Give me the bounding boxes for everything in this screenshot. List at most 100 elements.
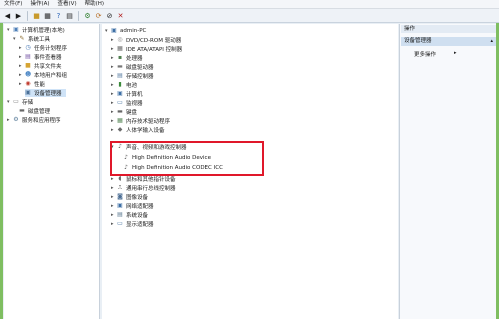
dvd-icon: ◎ (117, 36, 123, 43)
expand-arrow-icon[interactable]: ▸ (19, 72, 24, 78)
tree-item-local-users[interactable]: ▸ ☻ 本地用户和组 (19, 71, 67, 80)
device-category[interactable]: ▸ ▭ 显示适配器 (111, 220, 154, 229)
red-highlight-box (110, 141, 264, 176)
tree-item-system-tools[interactable]: ▾ ✎ 系统工具 (13, 35, 50, 44)
hid-icon: ◆ (117, 126, 123, 133)
network-icon: ▣ (117, 202, 123, 209)
expand-arrow-icon[interactable]: ▸ (111, 127, 116, 133)
update-driver-icon[interactable]: ⟳ (94, 11, 103, 20)
expand-arrow-icon[interactable]: ▸ (111, 194, 116, 200)
folder-up-icon[interactable]: ■ (32, 11, 41, 20)
expand-arrow-icon[interactable]: ▸ (7, 117, 12, 123)
disable-icon[interactable]: ⊘ (105, 11, 114, 20)
menu-help[interactable]: 帮助(H) (81, 0, 108, 8)
scan-hardware-icon[interactable]: ⚙ (83, 11, 92, 20)
expand-arrow-icon[interactable]: ▸ (111, 46, 116, 52)
more-actions-link[interactable]: 更多操作 ▸ (414, 50, 457, 58)
toolbar-separator (78, 10, 79, 21)
monitor-icon: ▭ (117, 99, 123, 106)
collapse-arrow-icon[interactable]: ▴ (490, 37, 493, 46)
tree-item-event-viewer[interactable]: ▸ ▤ 事件查看器 (19, 53, 62, 62)
device-root[interactable]: ▾ ▣ admin-PC (105, 27, 146, 35)
expand-arrow-icon[interactable]: ▸ (19, 81, 24, 87)
disk-icon: ▬ (117, 63, 123, 70)
toolbar-separator (27, 10, 28, 21)
folder-icon: ■ (25, 62, 31, 69)
expand-arrow-icon[interactable]: ▾ (13, 36, 18, 42)
device-icon: ▣ (25, 89, 31, 96)
expand-arrow-icon[interactable]: ▾ (7, 99, 12, 105)
tree-item-performance[interactable]: ▸ ◉ 性能 (19, 80, 45, 89)
users-icon: ☻ (25, 71, 32, 78)
help-icon[interactable]: ? (54, 11, 63, 20)
device-category[interactable]: ▸ ▪ 处理器 (111, 54, 143, 63)
expand-arrow-icon[interactable]: ▸ (111, 82, 116, 88)
computer-mgmt-icon: ▣ (13, 26, 19, 33)
menu-file[interactable]: 文件(F) (0, 0, 26, 8)
expand-arrow-icon[interactable]: ▾ (105, 28, 110, 34)
expand-arrow-icon[interactable]: ▸ (111, 185, 116, 191)
computer-icon: ▣ (117, 90, 123, 97)
chevron-right-icon: ▸ (454, 50, 457, 56)
device-category[interactable]: ▸ ▤ 系统设备 (111, 211, 148, 220)
camera-icon: ◙ (117, 193, 123, 200)
device-category[interactable]: ▸ ◆ 人体学输入设备 (111, 126, 165, 135)
services-icon: ⚙ (13, 116, 19, 123)
clock-icon: ◷ (25, 44, 31, 51)
usb-icon: ⎍ (117, 184, 123, 191)
expand-arrow-icon[interactable]: ▸ (19, 54, 24, 60)
battery-icon: ▮ (118, 81, 122, 88)
expand-arrow-icon[interactable]: ▸ (111, 100, 116, 106)
menu-action[interactable]: 操作(A) (26, 0, 53, 8)
properties-icon[interactable]: ▤ (65, 11, 74, 20)
tree-item-shared-folders[interactable]: ▸ ■ 共享文件夹 (19, 62, 62, 71)
navigation-tree-pane: ▾ ▣ 计算机管理(本地) ▾ ✎ 系统工具 ▸ ◷ 任务计划程序 ▸ ▤ 事件… (4, 24, 100, 319)
device-category[interactable]: ▸ ▮ 电池 (111, 81, 137, 90)
device-category[interactable]: ▸ ▦ 内存技术驱动程序 (111, 117, 170, 126)
device-category[interactable]: ▸ ▤ 存储控制器 (111, 72, 154, 81)
expand-arrow-icon[interactable]: ▸ (19, 45, 24, 51)
tree-item-storage[interactable]: ▾ ▭ 存储 (7, 98, 33, 107)
expand-arrow-icon[interactable]: ▾ (7, 27, 12, 33)
expand-arrow-icon[interactable]: ▸ (111, 221, 116, 227)
device-category[interactable]: ▸ ▦ IDE ATA/ATAPI 控制器 (111, 45, 182, 54)
forward-icon[interactable]: ▶ (14, 11, 23, 20)
back-icon[interactable]: ◀ (3, 11, 12, 20)
tree-item-disk-management[interactable]: ▬ 磁盘管理 (19, 107, 50, 116)
display-icon: ▭ (117, 220, 123, 227)
expand-arrow-icon[interactable]: ▸ (111, 203, 116, 209)
device-category[interactable]: ▸ ◎ DVD/CD-ROM 驱动器 (111, 36, 181, 45)
expand-arrow-icon[interactable]: ▸ (111, 212, 116, 218)
tree-item-device-manager[interactable]: ▣ 设备管理器 (25, 89, 66, 97)
actions-section-device-manager[interactable]: 设备管理器 ▴ (401, 37, 496, 46)
expand-arrow-icon[interactable]: ▸ (111, 176, 116, 182)
menu-view[interactable]: 查看(V) (54, 0, 81, 8)
device-category[interactable]: ▸ ▬ 磁盘驱动器 (111, 63, 154, 72)
tree-item-computer-management[interactable]: ▾ ▣ 计算机管理(本地) (7, 26, 65, 35)
device-category[interactable]: ▸ ▬ 键盘 (111, 108, 137, 117)
device-category[interactable]: ▸ ◙ 图像设备 (111, 193, 148, 202)
actions-header: 操作 (401, 25, 496, 33)
device-category[interactable]: ▸ ◖ 鼠标和其他指针设备 (111, 175, 176, 184)
device-category[interactable]: ▸ ▣ 计算机 (111, 90, 143, 99)
expand-arrow-icon[interactable]: ▸ (111, 64, 116, 70)
tree-item-services-apps[interactable]: ▸ ⚙ 服务和应用程序 (7, 116, 61, 125)
device-category[interactable]: ▸ ▭ 监视器 (111, 99, 143, 108)
device-category[interactable]: ▸ ⎍ 通用串行总线控制器 (111, 184, 176, 193)
uninstall-icon[interactable]: ✕ (116, 11, 125, 20)
storage-icon: ▤ (117, 72, 123, 79)
expand-arrow-icon[interactable]: ▸ (111, 73, 116, 79)
expand-arrow-icon[interactable]: ▸ (19, 63, 24, 69)
expand-arrow-icon[interactable]: ▸ (111, 37, 116, 43)
expand-arrow-icon[interactable]: ▸ (111, 91, 116, 97)
tree-item-task-scheduler[interactable]: ▸ ◷ 任务计划程序 (19, 44, 67, 53)
system-icon: ▤ (117, 211, 123, 218)
device-category[interactable]: ▸ ▣ 网络适配器 (111, 202, 154, 211)
keyboard-icon: ▬ (117, 108, 123, 115)
expand-arrow-icon[interactable]: ▸ (111, 55, 116, 61)
expand-arrow-icon[interactable]: ▸ (111, 109, 116, 115)
tools-icon: ✎ (19, 35, 25, 42)
show-tree-icon[interactable]: ▦ (43, 11, 52, 20)
expand-arrow-icon[interactable]: ▸ (111, 118, 116, 124)
event-icon: ▤ (25, 53, 31, 60)
